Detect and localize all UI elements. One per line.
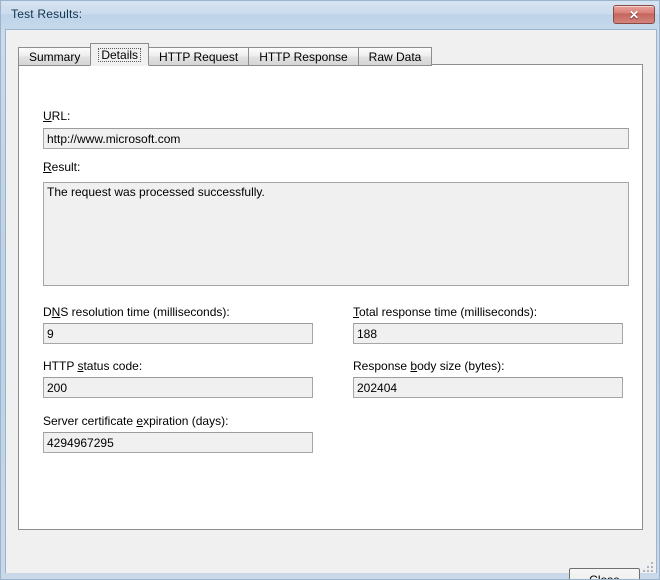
- http-status-code-label: HTTP status code:: [43, 359, 143, 373]
- close-button-label: Close: [589, 573, 620, 580]
- url-label: URL:: [43, 109, 71, 123]
- tab-details[interactable]: Details: [90, 43, 150, 66]
- server-certificate-expiration-label: Server certificate expiration (days):: [43, 414, 229, 428]
- result-textarea[interactable]: The request was processed successfully.: [43, 182, 629, 286]
- tab-raw-data-label: Raw Data: [368, 49, 422, 64]
- tab-http-request-label: HTTP Request: [159, 49, 239, 64]
- total-response-time-label: Total response time (milliseconds):: [353, 305, 538, 319]
- total-response-time-input[interactable]: 188: [353, 323, 623, 344]
- tab-http-response[interactable]: HTTP Response: [248, 47, 359, 66]
- url-input[interactable]: http://www.microsoft.com: [43, 128, 629, 149]
- tab-page-details: URL: http://www.microsoft.com Result: Th…: [18, 64, 643, 530]
- close-x-icon: ✕: [628, 7, 640, 22]
- dns-resolution-time-input[interactable]: 9: [43, 323, 313, 344]
- tab-summary-label: Summary: [29, 49, 81, 64]
- http-status-code-input[interactable]: 200: [43, 377, 313, 398]
- close-button[interactable]: Close: [569, 568, 640, 580]
- resize-grip-icon[interactable]: [642, 562, 654, 574]
- dialog-window: Test Results: ✕ Summary Details HTTP Req…: [0, 0, 660, 580]
- tab-summary[interactable]: Summary: [18, 47, 92, 66]
- response-body-size-input[interactable]: 202404: [353, 377, 623, 398]
- tab-strip: Summary Details HTTP Request HTTP Respon…: [18, 43, 433, 66]
- window-close-button[interactable]: ✕: [613, 5, 655, 24]
- dns-resolution-time-label: DNS resolution time (milliseconds):: [43, 305, 230, 319]
- title-bar[interactable]: Test Results: ✕: [1, 1, 659, 29]
- server-certificate-expiration-input[interactable]: 4294967295: [43, 432, 313, 453]
- tab-http-request[interactable]: HTTP Request: [148, 47, 250, 66]
- result-label: Result:: [43, 160, 81, 174]
- window-title: Test Results:: [11, 7, 83, 21]
- tab-raw-data[interactable]: Raw Data: [357, 47, 433, 66]
- dialog-client-area: Summary Details HTTP Request HTTP Respon…: [5, 29, 657, 579]
- tab-details-label: Details: [98, 47, 142, 62]
- tab-http-response-label: HTTP Response: [259, 49, 348, 64]
- response-body-size-label: Response body size (bytes):: [353, 359, 505, 373]
